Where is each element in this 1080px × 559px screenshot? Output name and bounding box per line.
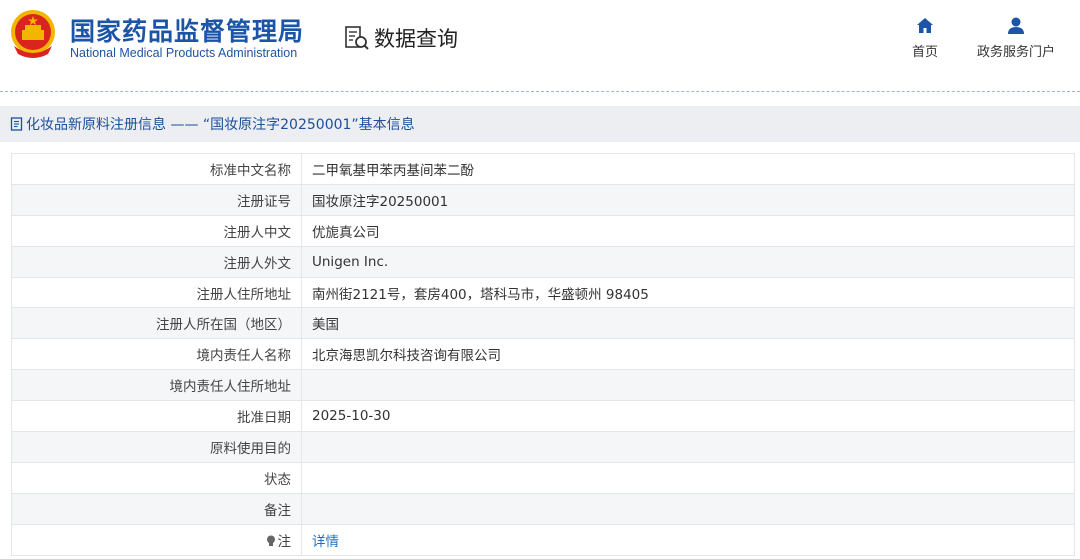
table-row: 注册人所在国（地区） 美国	[11, 307, 1075, 340]
field-label: 注册人中文	[11, 214, 302, 247]
field-value: 2025-10-30	[301, 400, 1075, 433]
details-link[interactable]: 详情	[312, 534, 339, 550]
document-search-icon	[345, 26, 369, 50]
site-header: 国家药品监督管理局 National Medical Products Admi…	[0, 0, 1080, 92]
field-label: 注册人住所地址	[11, 276, 302, 309]
national-emblem-icon	[11, 10, 55, 58]
breadcrumb-text: 化妆品新原料注册信息 —— “国妆原注字20250001”基本信息	[26, 117, 415, 133]
field-label: 境内责任人名称	[11, 338, 302, 371]
field-label: 原料使用目的	[11, 431, 302, 463]
table-row: 原料使用目的	[11, 431, 1075, 463]
table-row: 境内责任人名称 北京海思凯尔科技咨询有限公司	[11, 338, 1075, 371]
nav-home[interactable]: 首页	[903, 16, 947, 60]
agency-name-en: National Medical Products Administration	[70, 46, 298, 60]
document-icon	[10, 117, 23, 131]
field-label: 标准中文名称	[11, 153, 302, 185]
field-value	[301, 492, 1075, 525]
field-label: 备注	[11, 492, 302, 525]
nav-service-portal[interactable]: 政务服务门户	[970, 16, 1062, 60]
table-row: 标准中文名称 二甲氧基甲苯丙基间苯二酚	[11, 153, 1075, 185]
field-value	[301, 461, 1075, 494]
note-value-cell: 详情	[301, 523, 1075, 556]
table-row: 注册人外文 Unigen Inc.	[11, 245, 1075, 278]
home-icon	[917, 18, 933, 33]
agency-name-cn: 国家药品监督管理局	[70, 17, 305, 46]
field-label: 注册人外文	[11, 245, 302, 278]
nav-service-portal-label: 政务服务门户	[976, 45, 1055, 60]
table-row-note: 注 详情	[11, 523, 1075, 556]
field-value: Unigen Inc.	[301, 245, 1075, 278]
field-value: 优旎真公司	[301, 214, 1075, 247]
nav-home-label: 首页	[911, 45, 938, 60]
field-value: 南州街2121号，套房400，塔科马市，华盛顿州 98405	[301, 276, 1075, 309]
note-label-cell: 注	[11, 523, 302, 556]
lightbulb-icon	[266, 535, 275, 546]
table-row: 境内责任人住所地址	[11, 369, 1075, 402]
data-query-title: 数据查询	[343, 24, 458, 52]
field-value: 北京海思凯尔科技咨询有限公司	[301, 338, 1075, 371]
table-row: 批准日期 2025-10-30	[11, 400, 1075, 433]
field-value: 二甲氧基甲苯丙基间苯二酚	[301, 153, 1075, 185]
table-row: 状态	[11, 461, 1075, 494]
table-row: 备注	[11, 492, 1075, 525]
table-row: 注册人中文 优旎真公司	[11, 214, 1075, 247]
field-label: 注册证号	[11, 183, 302, 216]
field-label: 状态	[11, 461, 302, 494]
record-detail-table: 标准中文名称 二甲氧基甲苯丙基间苯二酚 注册证号 国妆原注字20250001 注册人中文…	[11, 153, 1075, 556]
field-label: 注册人所在国（地区）	[11, 307, 302, 340]
data-query-label: 数据查询	[374, 27, 458, 51]
field-value	[301, 369, 1075, 402]
field-label: 批准日期	[11, 400, 302, 433]
field-value: 国妆原注字20250001	[301, 183, 1075, 216]
note-label: 注	[277, 533, 292, 550]
table-row: 注册证号 国妆原注字20250001	[11, 183, 1075, 216]
table-row: 注册人住所地址 南州街2121号，套房400，塔科马市，华盛顿州 98405	[11, 276, 1075, 309]
field-value	[301, 431, 1075, 463]
user-icon	[1008, 17, 1024, 34]
field-value: 美国	[301, 307, 1075, 340]
breadcrumb: 化妆品新原料注册信息 —— “国妆原注字20250001”基本信息	[0, 106, 1080, 142]
field-label: 境内责任人住所地址	[11, 369, 302, 402]
